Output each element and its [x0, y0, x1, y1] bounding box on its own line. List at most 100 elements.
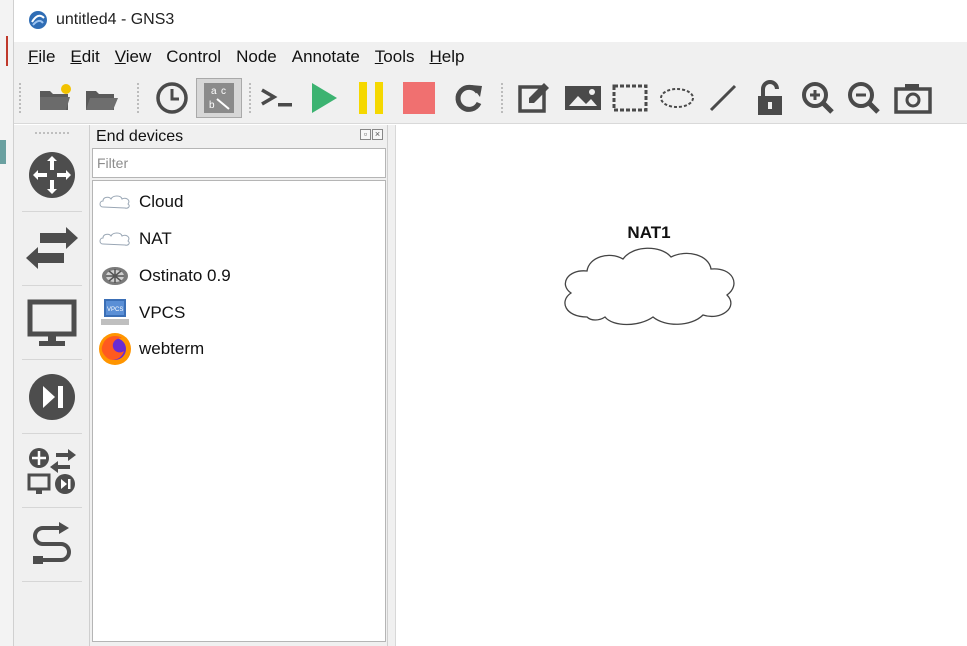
device-label: webterm [139, 339, 205, 358]
pause-icon [359, 82, 383, 114]
background-window-mark [0, 140, 6, 164]
ostinato-icon [97, 259, 133, 293]
camera-icon [894, 84, 932, 114]
node-label: NAT1 [627, 223, 671, 242]
menu-tools-rest: ools [383, 47, 415, 66]
menu-view[interactable]: View [115, 47, 152, 67]
toolbar-grip [18, 82, 22, 114]
menu-file-mnemonic: F [28, 47, 39, 66]
device-list-item[interactable]: VPCS VPCS [97, 296, 185, 330]
main-toolbar: a c b [14, 72, 967, 124]
device-label: Cloud [139, 192, 184, 211]
dock-title: End devices [96, 128, 184, 145]
menu-edit-rest: dit [81, 47, 100, 66]
device-list-item[interactable]: Ostinato 0.9 [97, 259, 231, 293]
unlock-icon [758, 80, 782, 115]
open-project-button[interactable] [82, 78, 122, 118]
vpcs-icon: VPCS [97, 296, 133, 330]
draw-ellipse-button[interactable] [656, 78, 698, 118]
dock-controls: ▫ × [360, 129, 383, 140]
switch-icon [26, 227, 78, 269]
switches-button[interactable] [22, 217, 82, 281]
device-label: Ostinato 0.9 [139, 266, 231, 285]
lock-items-button[interactable] [752, 78, 788, 118]
window-title: untitled4 - GNS3 [56, 11, 175, 28]
all-devices-icon [27, 448, 76, 494]
draw-line-button[interactable] [704, 78, 742, 118]
divider [22, 507, 82, 508]
console-all-button[interactable] [258, 78, 298, 118]
menu-tools[interactable]: Tools [375, 47, 415, 67]
show-interface-labels-button[interactable]: a c b [196, 78, 242, 118]
menu-control-label: Control [166, 47, 222, 66]
toolbar-grip [34, 131, 70, 135]
reload-all-button[interactable] [448, 78, 488, 118]
menu-edit-mnemonic: E [70, 47, 82, 66]
add-link-button[interactable] [22, 513, 82, 577]
security-devices-button[interactable] [22, 365, 82, 429]
screenshot-button[interactable] [892, 78, 934, 118]
router-icon [29, 152, 75, 198]
firefox-icon [97, 332, 133, 366]
menu-annotate[interactable]: Annotate [292, 47, 360, 67]
menu-view-mnemonic: V [114, 47, 126, 66]
menu-help-rest: elp [441, 47, 465, 66]
suspend-all-button[interactable] [354, 78, 390, 118]
device-list-item[interactable]: Cloud [97, 185, 183, 219]
draw-rectangle-button[interactable] [610, 78, 650, 118]
menu-help[interactable]: Help [429, 47, 464, 67]
background-window-accent [6, 36, 8, 66]
snapshot-button[interactable] [152, 78, 192, 118]
cloud-icon [97, 222, 133, 256]
cloud-icon [97, 185, 133, 219]
rectangle-icon [612, 84, 648, 112]
device-type-toolbar [14, 125, 90, 646]
zoom-out-icon [848, 82, 880, 114]
divider [22, 285, 82, 286]
security-device-icon [29, 374, 75, 420]
dock-close-icon[interactable]: × [372, 129, 383, 140]
svg-text:c: c [221, 86, 226, 97]
zoom-out-button[interactable] [844, 78, 884, 118]
background-window-edge [0, 0, 14, 646]
zoom-in-icon [802, 82, 834, 114]
add-note-button[interactable] [514, 78, 554, 118]
menu-node[interactable]: Node [236, 47, 277, 67]
menu-edit[interactable]: Edit [70, 47, 99, 67]
canvas-node[interactable]: NAT1 [557, 223, 741, 327]
picture-icon [565, 86, 601, 110]
svg-text:VPCS: VPCS [107, 307, 123, 313]
insert-picture-button[interactable] [562, 78, 604, 118]
end-devices-button[interactable] [22, 291, 82, 355]
panel-splitter[interactable] [388, 125, 396, 646]
new-project-button[interactable] [36, 78, 76, 118]
play-icon [312, 83, 337, 113]
menu-file-rest: ile [38, 47, 56, 66]
stop-all-button[interactable] [400, 78, 438, 118]
interface-labels-icon: a c b [204, 83, 234, 113]
toolbar-separator [248, 82, 252, 114]
menu-view-rest: iew [125, 47, 152, 66]
menu-control[interactable]: Control [166, 47, 221, 67]
new-folder-icon [40, 84, 71, 110]
devices-dock: End devices ▫ × Cloud NAT [90, 125, 388, 646]
topology-canvas[interactable]: NAT1 [397, 125, 967, 646]
cloud-icon [564, 247, 735, 326]
divider [22, 433, 82, 434]
all-devices-button[interactable] [22, 439, 82, 503]
stop-icon [403, 82, 435, 114]
terminal-icon [261, 88, 292, 107]
ellipse-icon [660, 88, 694, 108]
device-label: NAT [139, 229, 172, 248]
device-list-item[interactable]: NAT [97, 222, 172, 256]
start-all-button[interactable] [306, 78, 342, 118]
routers-button[interactable] [22, 143, 82, 207]
zoom-in-button[interactable] [798, 78, 838, 118]
dock-float-icon[interactable]: ▫ [360, 129, 371, 140]
device-list-item[interactable]: webterm [97, 332, 204, 366]
cable-icon [33, 522, 71, 564]
title-bar: untitled4 - GNS3 [14, 0, 967, 40]
monitor-icon [27, 299, 77, 346]
filter-input[interactable] [92, 148, 386, 178]
menu-file[interactable]: File [28, 47, 55, 67]
